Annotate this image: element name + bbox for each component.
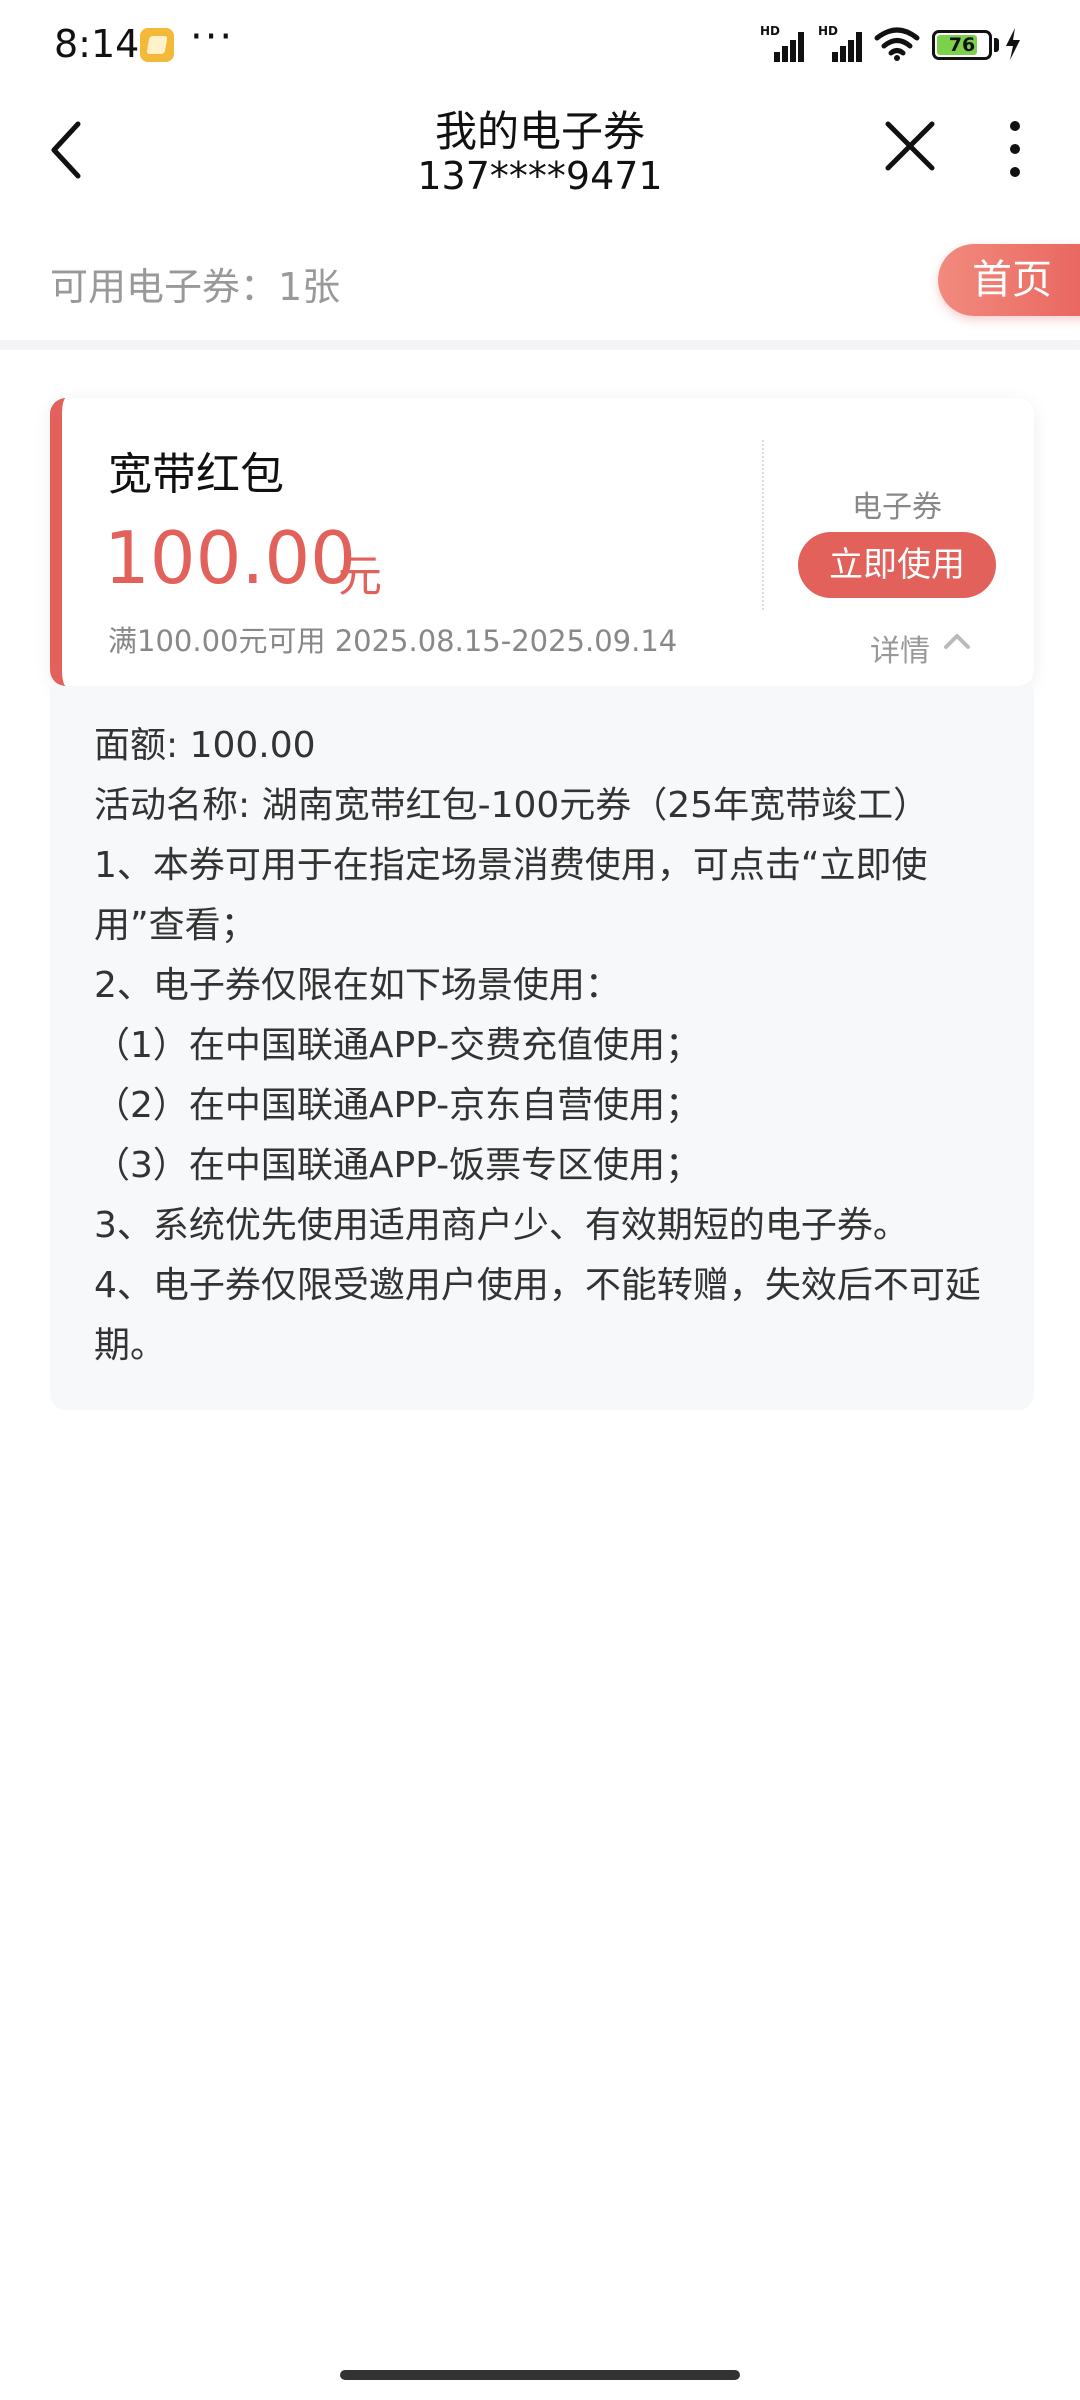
coupon-amount: 100.00 xyxy=(104,516,356,600)
coupon-unit: 元 xyxy=(338,551,382,602)
coupon-condition: 满100.00元可用 2025.08.15-2025.09.14 xyxy=(108,624,678,658)
status-time: 8:14 xyxy=(54,22,140,66)
detail-line: （2）在中国联通APP-京东自营使用； xyxy=(94,1085,702,1126)
detail-line: 1、本券可用于在指定场景消费使用，可点击“立即使用”查看； xyxy=(94,845,928,946)
detail-line: 3、系统优先使用适用商户少、有效期短的电子券。 xyxy=(94,1205,909,1246)
app-notification-icon xyxy=(140,28,174,62)
coupon-divider xyxy=(762,440,764,610)
home-indicator[interactable] xyxy=(340,2370,740,2380)
detail-line: 面额: 100.00 xyxy=(94,725,316,766)
nav-bar: 我的电子券 137****9471 xyxy=(0,90,1080,220)
detail-line: （1）在中国联通APP-交费充值使用； xyxy=(94,1025,702,1066)
battery-tip xyxy=(994,38,999,52)
details-toggle[interactable]: 详情 xyxy=(870,626,930,670)
status-bar: 8:14 ··· HD HD 76 xyxy=(0,0,1080,90)
detail-line: 活动名称: 湖南宽带红包-100元券（25年宽带竣工） xyxy=(94,785,930,826)
signal-hd-label-2: HD xyxy=(818,24,839,38)
detail-line: 4、电子券仅限受邀用户使用，不能转赠，失效后不可延期。 xyxy=(94,1265,981,1366)
wifi-icon xyxy=(874,27,920,61)
coupon-type: 电子券 xyxy=(852,490,942,525)
detail-line: 2、电子券仅限在如下场景使用： xyxy=(94,965,621,1006)
detail-line: （3）在中国联通APP-饭票专区使用； xyxy=(94,1145,702,1186)
more-icon[interactable] xyxy=(990,116,1040,182)
status-more-indicator: ··· xyxy=(190,14,235,60)
signal-icon-2: HD xyxy=(818,24,864,62)
charging-icon xyxy=(1006,28,1020,60)
signal-hd-label: HD xyxy=(760,24,781,38)
battery-level: 76 xyxy=(948,34,976,56)
coupon-summary-bar: 可用电子券：1张 首页 xyxy=(0,220,1080,350)
coupon-card: 宽带红包 100.00 元 满100.00元可用 2025.08.15-2025… xyxy=(50,398,1034,686)
close-icon[interactable] xyxy=(880,116,940,176)
battery-icon: 76 xyxy=(932,30,992,60)
chevron-up-icon[interactable] xyxy=(942,630,972,652)
use-now-button[interactable]: 立即使用 xyxy=(798,532,996,598)
coupon-name: 宽带红包 xyxy=(108,449,284,500)
home-button[interactable]: 首页 xyxy=(938,244,1080,316)
available-coupon-count: 可用电子券：1张 xyxy=(50,265,341,309)
coupon-details-panel: 面额: 100.00 活动名称: 湖南宽带红包-100元券（25年宽带竣工） 1… xyxy=(50,686,1034,1410)
signal-icon: HD xyxy=(760,24,806,62)
